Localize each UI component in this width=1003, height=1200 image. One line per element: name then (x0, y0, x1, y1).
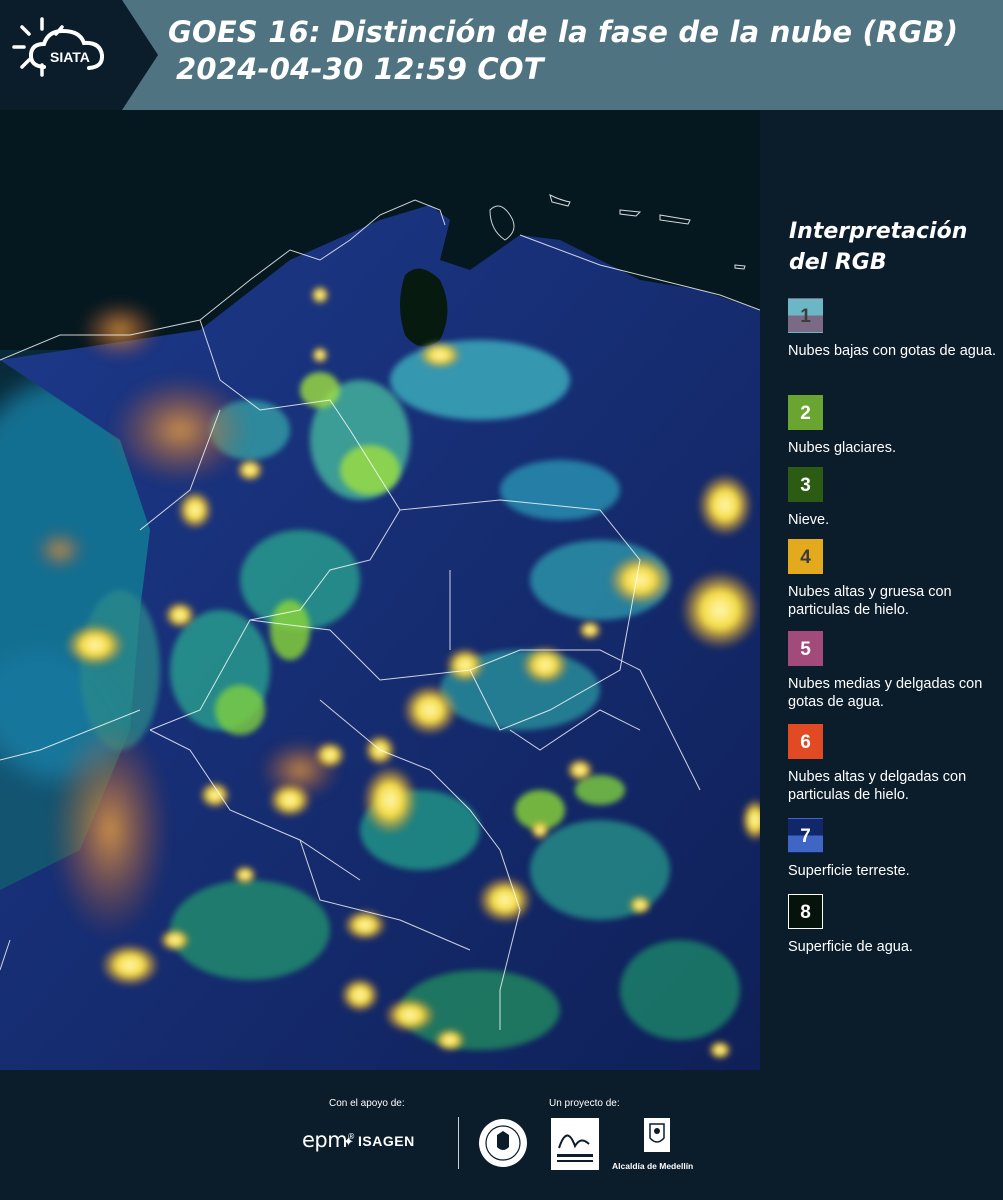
legend-number: 6 (800, 732, 811, 753)
siata-logo: SIATA (0, 0, 158, 110)
siata-logo-text: SIATA (50, 49, 90, 65)
legend-item-4: 4 Nubes altas y gruesa con particulas de… (788, 539, 998, 619)
legend-label: Nubes altas y delgadas con particulas de… (788, 769, 967, 803)
legend-item-7: 7 Superficie terreste. (788, 818, 998, 880)
legend-item-8: 8 Superficie de agua. (788, 894, 998, 956)
legend-item-1: 1 Nubes bajas con gotas de agua. (788, 298, 998, 360)
alcaldia-medellin-icon (644, 1118, 670, 1152)
legend-label: Nieve. (788, 512, 830, 528)
isagen-icon: ✦ (343, 1134, 354, 1149)
legend-number: 4 (800, 547, 811, 568)
page-title: GOES 16: Distinción de la fase de la nub… (168, 14, 958, 88)
footer: Con el apoyo de: Un proyecto de: epm® ✦ … (0, 1070, 1003, 1200)
legend-number: 8 (800, 902, 811, 923)
legend-number: 5 (800, 639, 811, 660)
support-label: Con el apoyo de: (329, 1098, 405, 1109)
legend-item-2: 2 Nubes glaciares. (788, 395, 998, 457)
legend-swatch-4: 4 (788, 539, 823, 574)
legend-swatch-7: 7 (788, 818, 823, 853)
isagen-logo: ISAGEN (358, 1133, 415, 1149)
header-bar: SIATA GOES 16: Distinción de la fase de … (0, 0, 1003, 110)
alcaldia-label: Alcaldía de Medellín (612, 1161, 694, 1171)
satellite-map (0, 110, 760, 1070)
legend-label: Nubes medias y delgadas con gotas de agu… (788, 676, 983, 710)
legend-swatch-3: 3 (788, 467, 823, 502)
legend-number: 1 (800, 306, 811, 327)
legend-swatch-2: 2 (788, 395, 823, 430)
legend-title: Interpretación del RGB (789, 219, 968, 275)
medellin-seal-icon (479, 1119, 527, 1167)
footer-divider (458, 1117, 459, 1169)
legend-swatch-5: 5 (788, 631, 823, 666)
legend-label: Nubes glaciares. (788, 440, 896, 456)
legend-item-6: 6 Nubes altas y delgadas con particulas … (788, 724, 998, 804)
legend-panel: Interpretación del RGB 1 Nubes bajas con… (762, 110, 1003, 1070)
legend-swatch-8: 8 (788, 894, 823, 929)
title-line2: 2024-04-30 12:59 COT (176, 52, 544, 86)
legend-label: Superficie terreste. (788, 863, 910, 879)
area-metropolitana-logo (551, 1118, 599, 1170)
legend-swatch-1: 1 (788, 298, 823, 333)
legend-number: 7 (800, 826, 811, 847)
legend-label: Superficie de agua. (788, 939, 913, 955)
project-label: Un proyecto de: (549, 1098, 620, 1109)
legend-number: 2 (800, 403, 811, 424)
legend-number: 3 (800, 475, 811, 496)
title-line1: GOES 16: Distinción de la fase de la nub… (168, 15, 959, 49)
legend-label: Nubes bajas con gotas de agua. (788, 343, 996, 359)
legend-item-3: 3 Nieve. (788, 467, 998, 529)
legend-swatch-6: 6 (788, 724, 823, 759)
legend-label: Nubes altas y gruesa con particulas de h… (788, 584, 952, 618)
legend-item-5: 5 Nubes medias y delgadas con gotas de a… (788, 631, 998, 711)
